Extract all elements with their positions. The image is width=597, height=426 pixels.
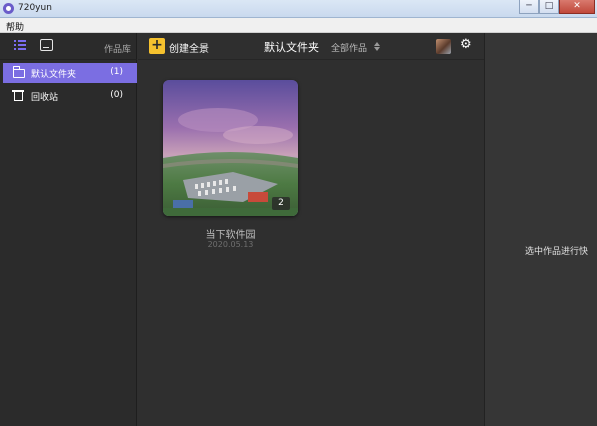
maximize-button[interactable]: □ (539, 0, 559, 14)
main-toolbar: + 创建全景 默认文件夹 全部作品 ⚙ (138, 33, 484, 60)
scene-count-badge: 2 (272, 197, 290, 210)
sidebar: 作品库 默认文件夹 (1) 回收站 (0) (0, 33, 137, 426)
create-panorama-label: 创建全景 (169, 44, 209, 55)
window-titlebar: 720yun ─ □ ✕ (0, 0, 597, 18)
window-controls: ─ □ ✕ (519, 0, 595, 16)
work-card[interactable]: 2 (163, 80, 298, 216)
sidebar-header: 作品库 (0, 33, 137, 60)
sidebar-item-label: 默认文件夹 (31, 70, 77, 80)
panorama-thumbnail (163, 80, 298, 216)
library-label: 作品库 (104, 45, 132, 55)
sidebar-item-count: (1) (110, 67, 123, 77)
plus-icon: + (149, 38, 165, 54)
gear-icon[interactable]: ⚙ (460, 38, 472, 52)
trash-icon (12, 90, 25, 101)
page-title: 默认文件夹 (264, 41, 319, 54)
inbox-icon[interactable] (40, 39, 53, 51)
filter-dropdown[interactable]: 全部作品 (331, 41, 367, 54)
sidebar-item-label: 回收站 (31, 93, 59, 103)
window-title: 720yun (18, 3, 52, 13)
sidebar-item-count: (0) (110, 90, 123, 100)
menu-help[interactable]: 帮助 (6, 20, 24, 33)
avatar[interactable] (436, 39, 451, 54)
sort-icon[interactable] (374, 42, 380, 51)
app-logo-icon (3, 3, 14, 14)
detail-hint: 选中作品进行快 (525, 247, 589, 257)
work-date: 2020.05.13 (207, 240, 254, 249)
sidebar-item-default-folder[interactable]: 默认文件夹 (1) (3, 63, 137, 83)
folder-icon (12, 66, 25, 78)
minimize-button[interactable]: ─ (519, 0, 539, 14)
work-title[interactable]: 当下软件园 (163, 226, 298, 241)
list-view-icon[interactable] (14, 40, 26, 51)
main-panel: + 创建全景 默认文件夹 全部作品 ⚙ 2 当下软件园 2020.05.13 (138, 33, 484, 426)
sidebar-item-recycle-bin[interactable]: 回收站 (0) (3, 86, 137, 106)
close-button[interactable]: ✕ (559, 0, 595, 14)
menu-bar: 帮助 (0, 18, 597, 33)
detail-panel: 选中作品进行快 (484, 33, 597, 426)
